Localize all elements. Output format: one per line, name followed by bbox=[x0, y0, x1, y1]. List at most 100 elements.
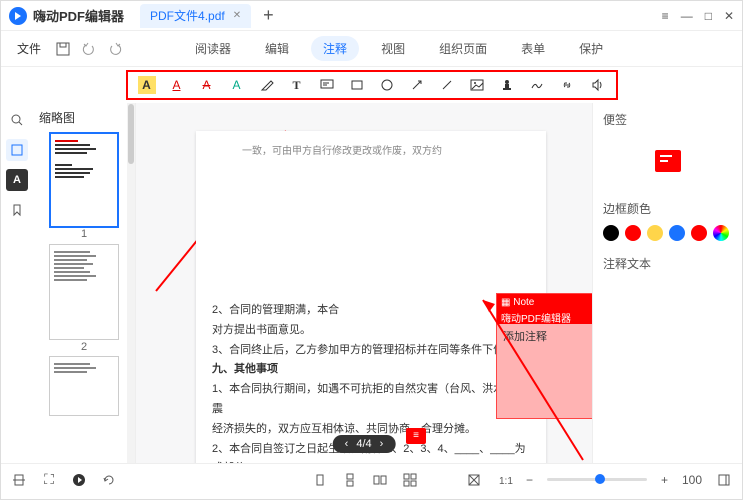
link-icon[interactable] bbox=[558, 76, 576, 94]
main-toolbar: 文件 阅读器 编辑 注释 视图 组织页面 表单 保护 bbox=[1, 31, 742, 67]
color-swatches bbox=[603, 225, 732, 241]
maximize-icon[interactable]: □ bbox=[705, 9, 712, 23]
left-panel: A 缩略图 1 2 bbox=[1, 103, 136, 463]
border-color-title: 边框颜色 bbox=[603, 200, 732, 217]
color-yellow[interactable] bbox=[647, 225, 663, 241]
thumbnail-1[interactable]: 1 bbox=[49, 132, 119, 228]
sticky-section-title: 便签 bbox=[603, 111, 732, 128]
annotation-text-title: 注释文本 bbox=[603, 255, 732, 272]
note-anchor-icon[interactable]: ≡ bbox=[406, 428, 426, 444]
doc-line7: 成部分。 bbox=[212, 459, 530, 463]
next-page-icon[interactable]: › bbox=[380, 438, 384, 450]
tab-form[interactable]: 表单 bbox=[509, 36, 557, 61]
tab-close-icon[interactable]: ✕ bbox=[233, 10, 241, 21]
tab-annotate[interactable]: 注释 bbox=[311, 36, 359, 61]
zoom-in-icon[interactable]: + bbox=[661, 473, 668, 487]
continuous-icon[interactable] bbox=[342, 472, 358, 488]
arrow-icon[interactable] bbox=[408, 76, 426, 94]
note-body[interactable]: 添加注释 bbox=[497, 324, 592, 348]
minimize-icon[interactable]: — bbox=[681, 9, 693, 23]
tab-view[interactable]: 视图 bbox=[369, 36, 417, 61]
color-blue[interactable] bbox=[669, 225, 685, 241]
new-tab-button[interactable]: + bbox=[263, 5, 274, 26]
thumb-scrollbar[interactable] bbox=[127, 103, 135, 463]
tab-organize[interactable]: 组织页面 bbox=[427, 36, 499, 61]
doc-line3a: 3、合同终止后，乙方 bbox=[212, 344, 317, 356]
app-title: 嗨动PDF编辑器 bbox=[33, 6, 124, 25]
actual-size-icon[interactable]: 1:1 bbox=[496, 472, 512, 488]
thumbnail-2[interactable]: 2 bbox=[49, 244, 119, 340]
rectangle-icon[interactable] bbox=[348, 76, 366, 94]
strikethrough-icon[interactable]: A bbox=[198, 76, 216, 94]
thumb-1-num: 1 bbox=[81, 228, 87, 240]
fit-page-icon[interactable] bbox=[466, 472, 482, 488]
single-page-icon[interactable] bbox=[312, 472, 328, 488]
squiggly-icon[interactable]: A bbox=[228, 76, 246, 94]
color-red[interactable] bbox=[625, 225, 641, 241]
doc-section: 九、其他事项 bbox=[212, 360, 530, 380]
fit-width-icon[interactable] bbox=[11, 472, 27, 488]
two-page-icon[interactable] bbox=[372, 472, 388, 488]
pencil-icon[interactable] bbox=[258, 76, 276, 94]
color-black[interactable] bbox=[603, 225, 619, 241]
tab-reader[interactable]: 阅读器 bbox=[183, 36, 243, 61]
circle-icon[interactable] bbox=[378, 76, 396, 94]
doc-line1: 2、合同的管理期满，本合 bbox=[212, 301, 530, 321]
thumbnails-icon[interactable] bbox=[6, 139, 28, 161]
doc-line2: 对方提出书面意见。 bbox=[212, 321, 530, 341]
page-indicator: 4/4 bbox=[356, 438, 371, 450]
underline-icon[interactable]: A bbox=[168, 76, 186, 94]
page-content: 一致，可由甲方自行修改更改或作废，双方约 2、合同的管理期满，本合 对方提出书面… bbox=[196, 131, 546, 463]
thumbnails-column: 缩略图 1 2 bbox=[33, 103, 135, 463]
color-red-2[interactable] bbox=[691, 225, 707, 241]
two-continuous-icon[interactable] bbox=[402, 472, 418, 488]
note-header[interactable]: ▦ Note 05/30/2024 15:05 ✕ bbox=[497, 294, 592, 310]
text-mode-icon[interactable]: A bbox=[6, 169, 28, 191]
annotation-toolbar: A A A A T bbox=[126, 70, 618, 100]
tab-protect[interactable]: 保护 bbox=[567, 36, 615, 61]
text-icon[interactable]: T bbox=[288, 76, 306, 94]
redo-icon[interactable] bbox=[107, 41, 123, 57]
signature-icon[interactable] bbox=[528, 76, 546, 94]
document-viewport[interactable]: 一致，可由甲方自行修改更改或作废，双方约 2、合同的管理期满，本合 对方提出书面… bbox=[136, 103, 592, 463]
tab-label: PDF文件4.pdf bbox=[150, 7, 225, 24]
audio-icon[interactable] bbox=[588, 76, 606, 94]
sticky-preview[interactable] bbox=[603, 136, 732, 186]
prev-page-icon[interactable]: ‹ bbox=[345, 438, 349, 450]
thumbnails-title: 缩略图 bbox=[39, 109, 129, 126]
thumbnail-3[interactable] bbox=[49, 356, 119, 416]
zoom-value: 100 bbox=[682, 473, 702, 487]
expand-panel-icon[interactable] bbox=[716, 472, 732, 488]
fullscreen-icon[interactable]: ⛶ bbox=[41, 472, 57, 488]
right-panel: 便签 边框颜色 注释文本 bbox=[592, 103, 742, 463]
rotate-icon[interactable] bbox=[101, 472, 117, 488]
sticky-note-popup[interactable]: ▦ Note 05/30/2024 15:05 ✕ 嗨动PDF编辑器 添加注释 bbox=[496, 293, 592, 419]
play-icon[interactable] bbox=[71, 472, 87, 488]
undo-icon[interactable] bbox=[81, 41, 97, 57]
svg-text:1:1: 1:1 bbox=[499, 476, 513, 487]
zoom-slider[interactable] bbox=[547, 478, 647, 481]
color-picker-icon[interactable] bbox=[713, 225, 729, 241]
bookmark-icon[interactable] bbox=[6, 199, 28, 221]
main-area: A 缩略图 1 2 一致，可由甲方自行修改更改或作废，双方约 2、合同的管理期满… bbox=[1, 103, 742, 463]
highlight-icon[interactable]: A bbox=[138, 76, 156, 94]
note-icon[interactable] bbox=[318, 76, 336, 94]
close-icon[interactable]: ✕ bbox=[724, 9, 734, 23]
stamp-icon[interactable] bbox=[498, 76, 516, 94]
page-navigator: ‹ 4/4 › bbox=[333, 435, 396, 453]
note-source: 嗨动PDF编辑器 bbox=[497, 310, 592, 324]
file-menu[interactable]: 文件 bbox=[13, 40, 45, 57]
line-icon[interactable] bbox=[438, 76, 456, 94]
titlebar: 嗨动PDF编辑器 PDF文件4.pdf ✕ + ≡ — □ ✕ bbox=[1, 1, 742, 31]
left-iconbar: A bbox=[1, 103, 33, 463]
doc-line3b: 参加甲方的管理招标并在同等条件下优先 bbox=[317, 344, 515, 356]
tab-edit[interactable]: 编辑 bbox=[253, 36, 301, 61]
note-header-left: ▦ Note bbox=[501, 297, 534, 308]
document-tab[interactable]: PDF文件4.pdf ✕ bbox=[140, 4, 251, 28]
menu-icon[interactable]: ≡ bbox=[662, 9, 669, 23]
zoom-out-icon[interactable]: − bbox=[526, 473, 533, 487]
search-icon[interactable] bbox=[6, 109, 28, 131]
save-icon[interactable] bbox=[55, 41, 71, 57]
thumb-2-num: 2 bbox=[81, 341, 87, 353]
image-icon[interactable] bbox=[468, 76, 486, 94]
